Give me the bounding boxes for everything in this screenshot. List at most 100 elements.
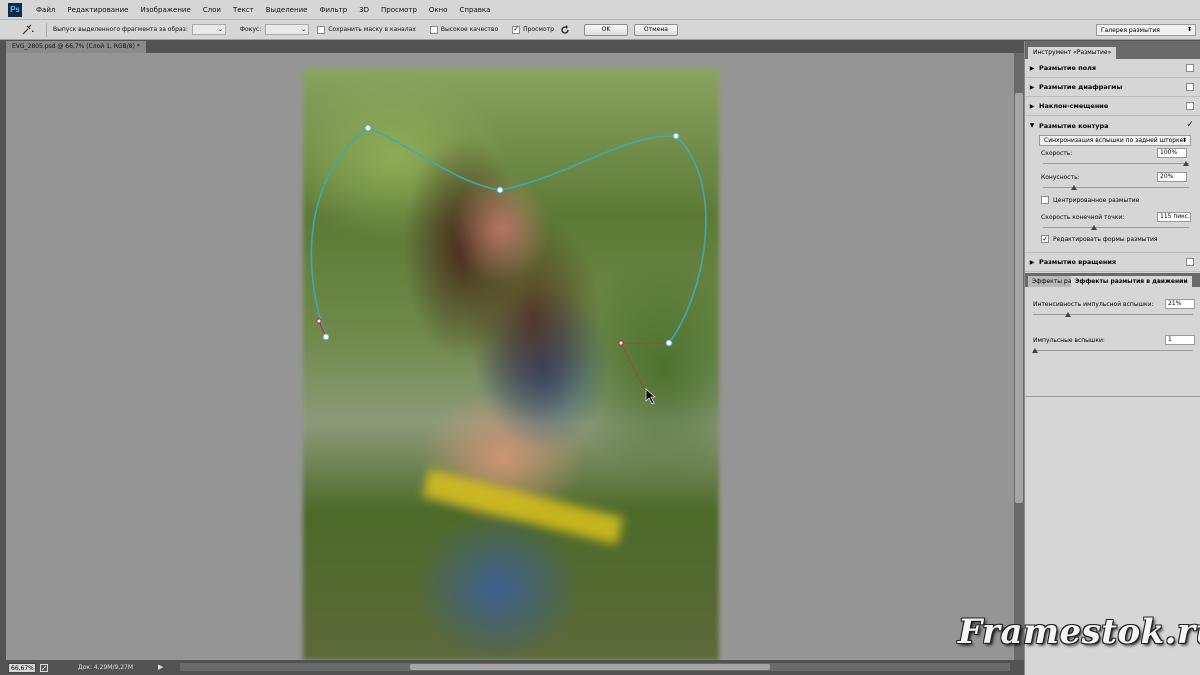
document-tab[interactable]: EVG_2805.psd @ 66,7% (Слой 1, RGB/8) *	[6, 41, 146, 53]
path-endpoint[interactable]	[322, 333, 330, 341]
tab-motion-effects[interactable]: Эффекты размытия в движении	[1071, 276, 1192, 287]
section-field-blur[interactable]: ▶ Размытие поля	[1025, 59, 1200, 78]
strobe-strength-slider[interactable]	[1033, 314, 1193, 315]
export-icon[interactable]	[40, 663, 48, 672]
collapse-arrow-icon[interactable]: ▼	[1025, 122, 1039, 129]
photoshop-logo: Ps	[8, 2, 22, 17]
endpoint-speed-slider[interactable]	[1043, 227, 1189, 228]
strobe-strength-input[interactable]: 21%	[1165, 299, 1195, 309]
section-label: Размытие поля	[1039, 64, 1097, 72]
menu-view[interactable]: Просмотр	[375, 6, 423, 14]
section-spin-blur[interactable]: ▶ Размытие вращения	[1025, 253, 1200, 272]
endpoint-speed-label: Скорость конечной точки:	[1041, 214, 1125, 221]
speed-slider-thumb[interactable]	[1183, 161, 1189, 166]
expand-arrow-icon[interactable]: ▶	[1025, 103, 1039, 110]
menu-file[interactable]: Файл	[30, 6, 61, 14]
save-mask-checkbox[interactable]	[317, 25, 326, 34]
menu-select[interactable]: Выделение	[260, 6, 314, 14]
tab-blur-effects[interactable]: Эффекты ра	[1028, 276, 1076, 287]
section-label: Размытие контура	[1039, 121, 1109, 130]
vertical-scrollbar-thumb[interactable]	[1015, 93, 1023, 503]
section-checkbox[interactable]	[1186, 258, 1194, 266]
vertical-scrollbar[interactable]	[1014, 53, 1024, 660]
section-checkbox[interactable]	[1186, 64, 1194, 72]
menu-filter[interactable]: Фильтр	[313, 6, 353, 14]
strobe-flashes-slider[interactable]	[1033, 350, 1193, 351]
taper-slider[interactable]	[1043, 187, 1189, 188]
section-label: Наклон-смещение	[1039, 102, 1109, 110]
endpoint-speed-slider-thumb[interactable]	[1091, 225, 1097, 230]
canvas-area[interactable]	[6, 53, 1014, 660]
menu-bar: Ps Файл Редактирование Изображение Слои …	[0, 0, 1200, 20]
workspace-select-value: Галерея размытия	[1101, 26, 1160, 34]
strobe-strength-slider-thumb[interactable]	[1065, 312, 1072, 317]
cancel-button[interactable]: Отмена	[633, 23, 678, 36]
preview-checkbox[interactable]: ✓	[512, 25, 521, 34]
horizontal-scrollbar-thumb[interactable]	[410, 664, 770, 670]
section-checkbox[interactable]	[1186, 83, 1194, 91]
section-path-blur[interactable]: ▼ Размытие контура ✓	[1025, 116, 1200, 135]
menu-image[interactable]: Изображение	[134, 6, 196, 14]
section-label: Размытие диафрагмы	[1039, 83, 1123, 91]
path-end-marker[interactable]	[618, 340, 624, 346]
selection-bleed-label: Выпуск выделенного фрагмента за образ:	[53, 26, 188, 33]
strobe-flashes-slider-thumb[interactable]	[1032, 348, 1038, 353]
centered-blur-label: Центрированное размытие	[1053, 197, 1140, 204]
speed-input[interactable]: 100%	[1157, 148, 1187, 158]
edit-shapes-checkbox[interactable]: ✓	[1041, 235, 1049, 243]
high-quality-checkbox[interactable]	[429, 25, 438, 34]
path-point[interactable]	[496, 186, 504, 194]
status-arrow-icon[interactable]: ▶	[158, 663, 163, 671]
menu-edit[interactable]: Редактирование	[61, 6, 134, 14]
menu-3d[interactable]: 3D	[353, 6, 375, 14]
horizontal-scrollbar[interactable]	[180, 663, 1010, 671]
section-tilt-shift[interactable]: ▶ Наклон-смещение	[1025, 97, 1200, 116]
panel-header: Инструмент «Размытие»	[1025, 41, 1200, 59]
path-end-marker[interactable]	[316, 318, 322, 324]
strobe-flashes-input[interactable]: 1	[1165, 335, 1195, 345]
menu-help[interactable]: Справка	[454, 6, 497, 14]
panel-tab-blur-tools[interactable]: Инструмент «Размытие»	[1028, 47, 1117, 59]
speed-label: Скорость:	[1041, 150, 1073, 157]
chevron-down-icon: ⌄	[217, 26, 223, 33]
expand-arrow-icon[interactable]: ▶	[1025, 84, 1039, 91]
path-blur-mode-select[interactable]: Синхронизация вспышки по задней шторке ⬍	[1039, 135, 1191, 146]
menu-window[interactable]: Окно	[423, 6, 454, 14]
blur-tools-panel: Инструмент «Размытие» ▶ Размытие поля ▶ …	[1024, 41, 1200, 675]
endpoint-speed-input[interactable]: 115 пикс.	[1157, 212, 1191, 222]
workspace-select[interactable]: Галерея размытия ⬍	[1096, 24, 1196, 36]
document-tabs: EVG_2805.psd @ 66,7% (Слой 1, RGB/8) *	[0, 41, 1024, 53]
options-bar: Выпуск выделенного фрагмента за образ: ⌄…	[0, 20, 1200, 40]
pin-tool-icon[interactable]	[16, 22, 40, 38]
path-point[interactable]	[364, 124, 372, 132]
path-endpoint[interactable]	[665, 339, 673, 347]
path-point[interactable]	[672, 132, 680, 140]
focus-input[interactable]: ⌄	[265, 24, 310, 35]
blur-path-curve[interactable]	[310, 127, 707, 344]
save-mask-label: Сохранить маску в каналах	[328, 26, 416, 33]
taper-input[interactable]: 20%	[1157, 172, 1187, 182]
expand-arrow-icon[interactable]: ▶	[1025, 65, 1039, 72]
chevron-down-icon: ⌄	[301, 26, 307, 33]
strobe-strength-label: Интенсивность импульсной вспышки:	[1033, 301, 1154, 308]
path-blur-mode-value: Синхронизация вспышки по задней шторке	[1044, 137, 1184, 144]
centered-blur-checkbox[interactable]	[1041, 196, 1049, 204]
menu-layers[interactable]: Слои	[197, 6, 227, 14]
menu-type[interactable]: Текст	[227, 6, 260, 14]
zoom-field[interactable]: 66,67%	[8, 662, 36, 673]
blur-path-overlay[interactable]	[6, 53, 1014, 660]
chevron-down-icon: ⬍	[1181, 137, 1187, 144]
high-quality-label: Высокое качество	[440, 26, 499, 33]
selection-bleed-input[interactable]: ⌄	[191, 24, 226, 35]
watermark-logo: Framestok.ru	[958, 612, 1200, 652]
speed-slider[interactable]	[1043, 163, 1189, 164]
section-checkbox[interactable]	[1186, 102, 1194, 110]
section-iris-blur[interactable]: ▶ Размытие диафрагмы	[1025, 78, 1200, 97]
reset-icon[interactable]	[560, 24, 570, 35]
path-blur-controls: Синхронизация вспышки по задней шторке ⬍…	[1025, 135, 1200, 253]
focus-label: Фокус:	[239, 26, 262, 33]
expand-arrow-icon[interactable]: ▶	[1025, 259, 1039, 266]
section-checkbox[interactable]: ✓	[1186, 120, 1194, 129]
ok-button[interactable]: OK	[583, 23, 628, 36]
taper-slider-thumb[interactable]	[1071, 185, 1077, 190]
